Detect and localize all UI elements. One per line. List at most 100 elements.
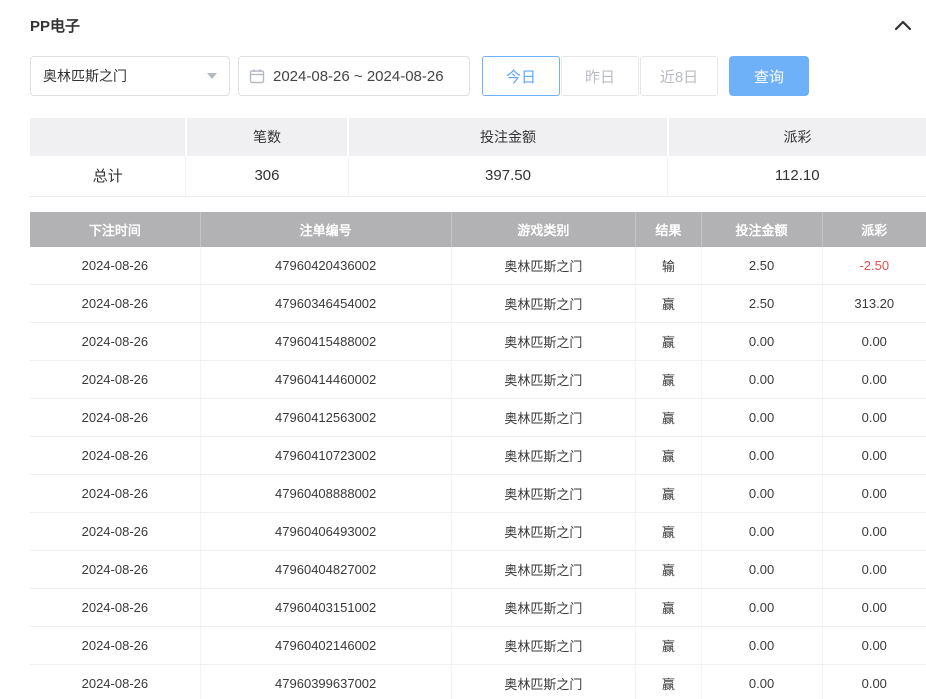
- cell-bet-time: 2024-08-26: [30, 627, 200, 665]
- cell-result: 赢: [636, 437, 701, 475]
- cell-payout: 313.20: [822, 285, 926, 323]
- cell-result: 赢: [636, 513, 701, 551]
- table-row: 2024-08-2647960404827002奥林匹斯之门赢0.000.00: [30, 551, 926, 589]
- cell-game-category: 奥林匹斯之门: [451, 475, 636, 513]
- cell-bet-amount: 0.00: [701, 437, 822, 475]
- cell-bet-time: 2024-08-26: [30, 665, 200, 699]
- summary-total-label: 总计: [30, 156, 186, 196]
- cell-bet-time: 2024-08-26: [30, 323, 200, 361]
- cell-bet-amount: 0.00: [701, 323, 822, 361]
- cell-payout: 0.00: [822, 437, 926, 475]
- cell-bet-id: 47960402146002: [200, 627, 451, 665]
- cell-bet-amount: 0.00: [701, 399, 822, 437]
- table-row: 2024-08-2647960408888002奥林匹斯之门赢0.000.00: [30, 475, 926, 513]
- cell-bet-time: 2024-08-26: [30, 475, 200, 513]
- cell-bet-time: 2024-08-26: [30, 437, 200, 475]
- cell-result: 赢: [636, 589, 701, 627]
- cell-game-category: 奥林匹斯之门: [451, 247, 636, 285]
- cell-bet-id: 47960415488002: [200, 323, 451, 361]
- yesterday-button[interactable]: 昨日: [561, 56, 639, 96]
- cell-result: 赢: [636, 323, 701, 361]
- cell-payout: 0.00: [822, 665, 926, 699]
- quick-range-group: 今日 昨日 近8日: [482, 56, 719, 96]
- cell-bet-time: 2024-08-26: [30, 399, 200, 437]
- bets-header-row: 下注时间 注单编号 游戏类别 结果 投注金额 派彩: [30, 212, 926, 247]
- calendar-icon: [249, 68, 265, 84]
- cell-bet-amount: 2.50: [701, 247, 822, 285]
- cell-payout: 0.00: [822, 475, 926, 513]
- summary-total-bet-amount: 397.50: [348, 156, 668, 196]
- today-button[interactable]: 今日: [482, 56, 560, 96]
- table-row: 2024-08-2647960415488002奥林匹斯之门赢0.000.00: [30, 323, 926, 361]
- filter-bar: 奥林匹斯之门 2024-08-26 ~ 2024-08-26 今日 昨日 近8日…: [30, 56, 926, 96]
- cell-result: 赢: [636, 285, 701, 323]
- cell-bet-amount: 0.00: [701, 551, 822, 589]
- cell-result: 赢: [636, 627, 701, 665]
- cell-result: 赢: [636, 551, 701, 589]
- game-select[interactable]: 奥林匹斯之门: [30, 56, 230, 96]
- table-row: 2024-08-2647960414460002奥林匹斯之门赢0.000.00: [30, 361, 926, 399]
- cell-bet-time: 2024-08-26: [30, 589, 200, 627]
- cell-bet-time: 2024-08-26: [30, 551, 200, 589]
- cell-bet-amount: 0.00: [701, 361, 822, 399]
- table-row: 2024-08-2647960402146002奥林匹斯之门赢0.000.00: [30, 627, 926, 665]
- summary-header-row: 笔数 投注金额 派彩: [30, 118, 926, 156]
- cell-game-category: 奥林匹斯之门: [451, 399, 636, 437]
- cell-bet-amount: 0.00: [701, 475, 822, 513]
- cell-payout: 0.00: [822, 551, 926, 589]
- date-range-value: 2024-08-26 ~ 2024-08-26: [273, 68, 444, 85]
- cell-bet-id: 47960408888002: [200, 475, 451, 513]
- cell-bet-id: 47960404827002: [200, 551, 451, 589]
- cell-payout: 0.00: [822, 323, 926, 361]
- table-row: 2024-08-2647960399637002奥林匹斯之门赢0.000.00: [30, 665, 926, 699]
- chevron-down-icon: [207, 73, 217, 79]
- summary-total-row: 总计 306 397.50 112.10: [30, 156, 926, 196]
- cell-payout: 0.00: [822, 399, 926, 437]
- table-row: 2024-08-2647960406493002奥林匹斯之门赢0.000.00: [30, 513, 926, 551]
- cell-bet-amount: 0.00: [701, 513, 822, 551]
- header-bet-id: 注单编号: [200, 212, 451, 247]
- date-range-picker[interactable]: 2024-08-26 ~ 2024-08-26: [238, 56, 470, 96]
- header-bet-time: 下注时间: [30, 212, 200, 247]
- cell-bet-id: 47960412563002: [200, 399, 451, 437]
- query-button[interactable]: 查询: [729, 56, 809, 96]
- cell-bet-id: 47960420436002: [200, 247, 451, 285]
- table-row: 2024-08-2647960346454002奥林匹斯之门赢2.50313.2…: [30, 285, 926, 323]
- bet-table-body: 2024-08-2647960420436002奥林匹斯之门输2.50-2.50…: [30, 247, 926, 699]
- cell-result: 赢: [636, 475, 701, 513]
- cell-result: 赢: [636, 361, 701, 399]
- summary-header-count: 笔数: [186, 118, 348, 156]
- summary-header-payout: 派彩: [668, 118, 926, 156]
- cell-game-category: 奥林匹斯之门: [451, 361, 636, 399]
- cell-payout: -2.50: [822, 247, 926, 285]
- cell-result: 输: [636, 247, 701, 285]
- last-8-days-button[interactable]: 近8日: [640, 56, 718, 96]
- summary-header-blank: [30, 118, 186, 156]
- cell-bet-time: 2024-08-26: [30, 513, 200, 551]
- cell-bet-id: 47960406493002: [200, 513, 451, 551]
- page-title: PP电子: [30, 15, 80, 36]
- cell-payout: 0.00: [822, 589, 926, 627]
- cell-bet-amount: 2.50: [701, 285, 822, 323]
- cell-game-category: 奥林匹斯之门: [451, 323, 636, 361]
- game-select-value: 奥林匹斯之门: [43, 66, 127, 86]
- header-result: 结果: [636, 212, 701, 247]
- summary-header-bet-amount: 投注金额: [348, 118, 668, 156]
- cell-bet-id: 47960403151002: [200, 589, 451, 627]
- panel-header: PP电子: [30, 14, 926, 36]
- cell-bet-amount: 0.00: [701, 665, 822, 699]
- cell-game-category: 奥林匹斯之门: [451, 551, 636, 589]
- table-row: 2024-08-2647960410723002奥林匹斯之门赢0.000.00: [30, 437, 926, 475]
- bets-table: 下注时间 注单编号 游戏类别 结果 投注金额 派彩 2024-08-264796…: [30, 212, 926, 699]
- cell-game-category: 奥林匹斯之门: [451, 589, 636, 627]
- cell-bet-id: 47960346454002: [200, 285, 451, 323]
- cell-game-category: 奥林匹斯之门: [451, 285, 636, 323]
- cell-payout: 0.00: [822, 361, 926, 399]
- header-game-category: 游戏类别: [451, 212, 636, 247]
- header-payout: 派彩: [822, 212, 926, 247]
- cell-game-category: 奥林匹斯之门: [451, 513, 636, 551]
- header-bet-amount: 投注金额: [701, 212, 822, 247]
- chevron-up-icon[interactable]: [892, 14, 914, 36]
- cell-result: 赢: [636, 399, 701, 437]
- summary-total-payout: 112.10: [668, 156, 926, 196]
